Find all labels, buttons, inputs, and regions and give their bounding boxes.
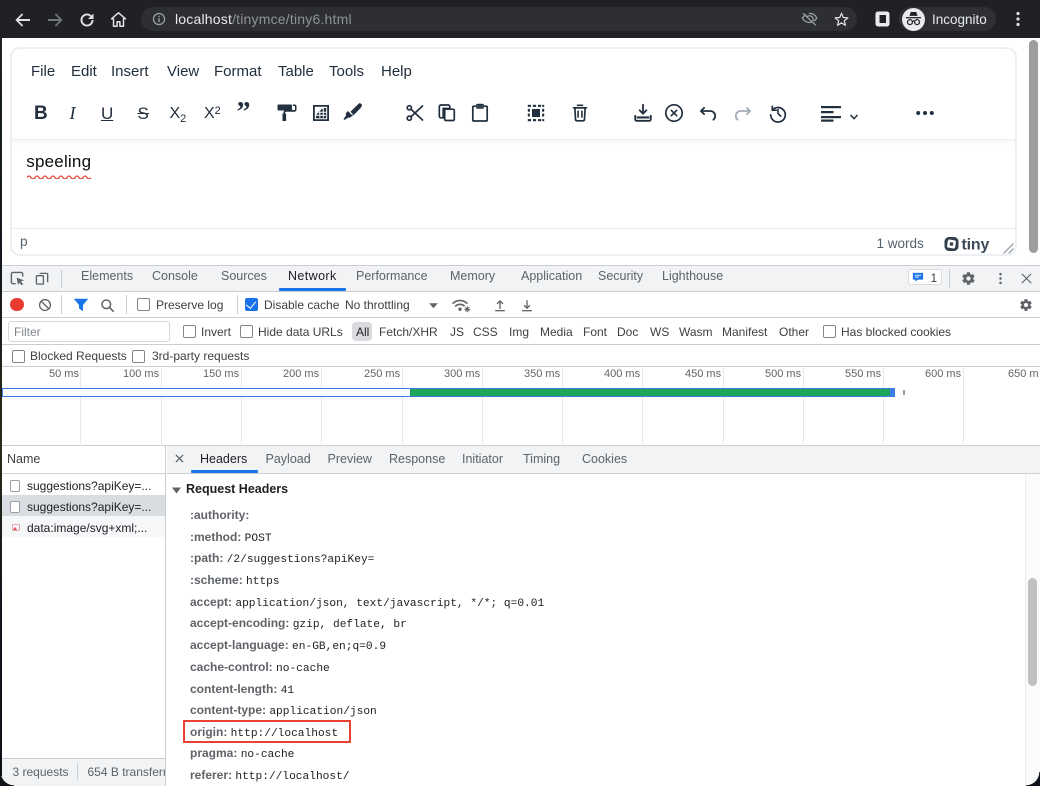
svg-text:tiny: tiny: [961, 237, 989, 254]
